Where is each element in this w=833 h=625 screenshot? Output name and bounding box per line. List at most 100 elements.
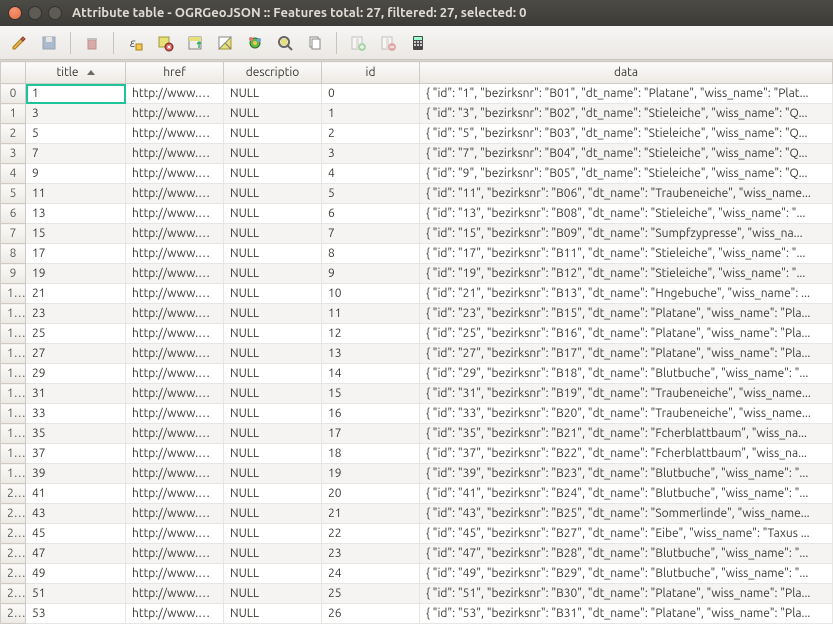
cell-descriptio[interactable]: NULL xyxy=(224,204,322,224)
cell-href[interactable]: http://www.be... xyxy=(126,424,224,444)
col-header-descriptio[interactable]: descriptio xyxy=(224,62,322,84)
row-number[interactable]: 7 xyxy=(1,224,26,244)
cell-title[interactable]: 11 xyxy=(26,184,126,204)
cell-descriptio[interactable]: NULL xyxy=(224,304,322,324)
row-number[interactable]: 16 xyxy=(1,404,26,424)
cell-data[interactable]: { "id": "29", "bezirksnr": "B18", "dt_na… xyxy=(420,364,833,384)
cell-title[interactable]: 23 xyxy=(26,304,126,324)
cell-id[interactable]: 9 xyxy=(322,264,420,284)
cell-title[interactable]: 37 xyxy=(26,444,126,464)
cell-href[interactable]: http://www.be... xyxy=(126,364,224,384)
zoom-to-selected-button[interactable] xyxy=(272,30,298,56)
cell-data[interactable]: { "id": "51", "bezirksnr": "B30", "dt_na… xyxy=(420,584,833,604)
cell-id[interactable]: 13 xyxy=(322,344,420,364)
cell-href[interactable]: http://www.be... xyxy=(126,184,224,204)
cell-data[interactable]: { "id": "33", "bezirksnr": "B20", "dt_na… xyxy=(420,404,833,424)
cell-data[interactable]: { "id": "7", "bezirksnr": "B04", "dt_nam… xyxy=(420,144,833,164)
cell-descriptio[interactable]: NULL xyxy=(224,284,322,304)
cell-href[interactable]: http://www.be... xyxy=(126,344,224,364)
cell-href[interactable]: http://www.be... xyxy=(126,404,224,424)
cell-descriptio[interactable]: NULL xyxy=(224,84,322,104)
cell-href[interactable]: http://www.be... xyxy=(126,244,224,264)
row-number[interactable]: 24 xyxy=(1,564,26,584)
cell-id[interactable]: 2 xyxy=(322,124,420,144)
row-number[interactable]: 15 xyxy=(1,384,26,404)
cell-descriptio[interactable]: NULL xyxy=(224,364,322,384)
cell-data[interactable]: { "id": "37", "bezirksnr": "B22", "dt_na… xyxy=(420,444,833,464)
table-row[interactable]: 49http://www.be...NULL4{ "id": "9", "bez… xyxy=(1,164,833,184)
move-to-top-button[interactable] xyxy=(182,30,208,56)
cell-href[interactable]: http://www.be... xyxy=(126,124,224,144)
cell-data[interactable]: { "id": "53", "bezirksnr": "B31", "dt_na… xyxy=(420,604,833,624)
cell-data[interactable]: { "id": "3", "bezirksnr": "B02", "dt_nam… xyxy=(420,104,833,124)
table-row[interactable]: 919http://www.be...NULL9{ "id": "19", "b… xyxy=(1,264,833,284)
field-calculator-button[interactable] xyxy=(405,30,431,56)
cell-href[interactable]: http://www.be... xyxy=(126,304,224,324)
row-number[interactable]: 14 xyxy=(1,364,26,384)
cell-title[interactable]: 5 xyxy=(26,124,126,144)
cell-data[interactable]: { "id": "11", "bezirksnr": "B06", "dt_na… xyxy=(420,184,833,204)
cell-id[interactable]: 6 xyxy=(322,204,420,224)
cell-href[interactable]: http://www.be... xyxy=(126,504,224,524)
row-number[interactable]: 2 xyxy=(1,124,26,144)
cell-title[interactable]: 41 xyxy=(26,484,126,504)
cell-title[interactable]: 53 xyxy=(26,604,126,624)
table-row[interactable]: 613http://www.be...NULL6{ "id": "13", "b… xyxy=(1,204,833,224)
cell-id[interactable]: 18 xyxy=(322,444,420,464)
row-number[interactable]: 9 xyxy=(1,264,26,284)
cell-title[interactable]: 1 xyxy=(26,84,126,104)
cell-descriptio[interactable]: NULL xyxy=(224,224,322,244)
row-number[interactable]: 3 xyxy=(1,144,26,164)
cell-title[interactable]: 27 xyxy=(26,344,126,364)
cell-href[interactable]: http://www.be... xyxy=(126,484,224,504)
cell-descriptio[interactable]: NULL xyxy=(224,344,322,364)
cell-href[interactable]: http://www.be... xyxy=(126,224,224,244)
cell-title[interactable]: 21 xyxy=(26,284,126,304)
cell-data[interactable]: { "id": "23", "bezirksnr": "B15", "dt_na… xyxy=(420,304,833,324)
cell-data[interactable]: { "id": "27", "bezirksnr": "B17", "dt_na… xyxy=(420,344,833,364)
toggle-edit-button[interactable] xyxy=(6,30,32,56)
table-row[interactable]: 1327http://www.be...NULL13{ "id": "27", … xyxy=(1,344,833,364)
cell-title[interactable]: 33 xyxy=(26,404,126,424)
cell-href[interactable]: http://www.be... xyxy=(126,144,224,164)
rownum-header[interactable] xyxy=(1,62,26,84)
table-row[interactable]: 1837http://www.be...NULL18{ "id": "37", … xyxy=(1,444,833,464)
cell-id[interactable]: 21 xyxy=(322,504,420,524)
cell-descriptio[interactable]: NULL xyxy=(224,604,322,624)
row-number[interactable]: 11 xyxy=(1,304,26,324)
cell-data[interactable]: { "id": "25", "bezirksnr": "B16", "dt_na… xyxy=(420,324,833,344)
cell-id[interactable]: 10 xyxy=(322,284,420,304)
cell-data[interactable]: { "id": "17", "bezirksnr": "B11", "dt_na… xyxy=(420,244,833,264)
cell-title[interactable]: 39 xyxy=(26,464,126,484)
cell-descriptio[interactable]: NULL xyxy=(224,264,322,284)
table-row[interactable]: 13http://www.be...NULL1{ "id": "3", "bez… xyxy=(1,104,833,124)
copy-rows-button[interactable] xyxy=(302,30,328,56)
cell-data[interactable]: { "id": "39", "bezirksnr": "B23", "dt_na… xyxy=(420,464,833,484)
cell-id[interactable]: 26 xyxy=(322,604,420,624)
cell-data[interactable]: { "id": "35", "bezirksnr": "B21", "dt_na… xyxy=(420,424,833,444)
cell-href[interactable]: http://www.be... xyxy=(126,284,224,304)
row-number[interactable]: 26 xyxy=(1,604,26,624)
cell-href[interactable]: http://www.be... xyxy=(126,464,224,484)
row-number[interactable]: 18 xyxy=(1,444,26,464)
cell-href[interactable]: http://www.be... xyxy=(126,264,224,284)
cell-id[interactable]: 1 xyxy=(322,104,420,124)
cell-title[interactable]: 3 xyxy=(26,104,126,124)
cell-descriptio[interactable]: NULL xyxy=(224,324,322,344)
cell-descriptio[interactable]: NULL xyxy=(224,244,322,264)
cell-id[interactable]: 5 xyxy=(322,184,420,204)
cell-href[interactable]: http://www.be... xyxy=(126,104,224,124)
cell-id[interactable]: 25 xyxy=(322,584,420,604)
cell-href[interactable]: http://www.be... xyxy=(126,204,224,224)
cell-descriptio[interactable]: NULL xyxy=(224,584,322,604)
table-row[interactable]: 1633http://www.be...NULL16{ "id": "33", … xyxy=(1,404,833,424)
row-number[interactable]: 21 xyxy=(1,504,26,524)
cell-href[interactable]: http://www.be... xyxy=(126,564,224,584)
cell-id[interactable]: 16 xyxy=(322,404,420,424)
row-number[interactable]: 23 xyxy=(1,544,26,564)
cell-id[interactable]: 20 xyxy=(322,484,420,504)
row-number[interactable]: 10 xyxy=(1,284,26,304)
cell-id[interactable]: 17 xyxy=(322,424,420,444)
cell-data[interactable]: { "id": "5", "bezirksnr": "B03", "dt_nam… xyxy=(420,124,833,144)
cell-title[interactable]: 49 xyxy=(26,564,126,584)
